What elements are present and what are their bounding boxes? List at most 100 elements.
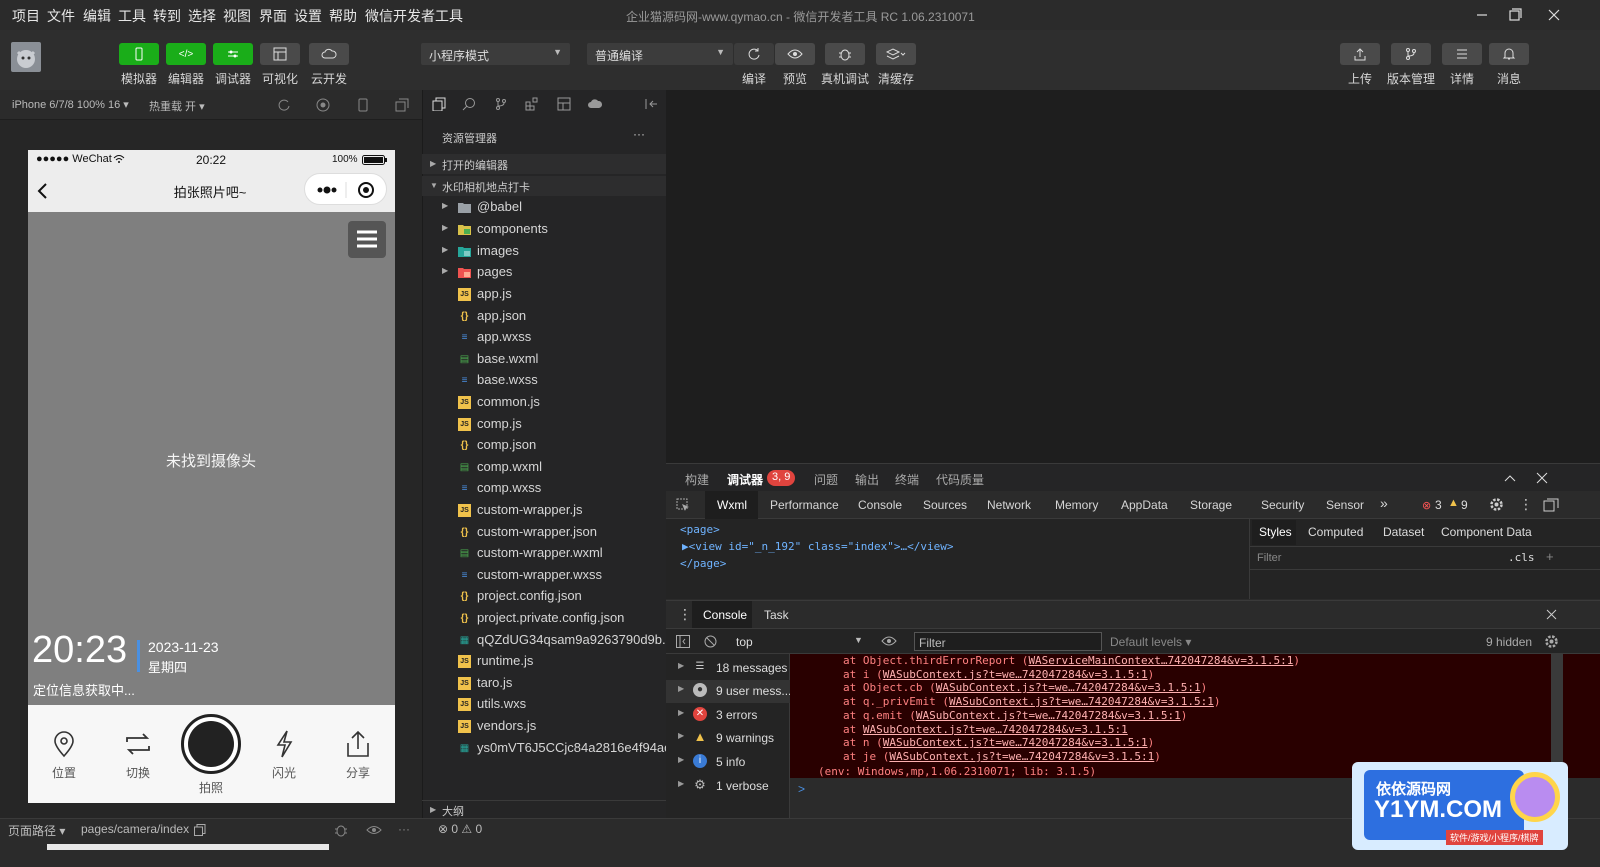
tab-code-quality[interactable]: 代码质量 bbox=[936, 471, 984, 488]
project-section[interactable]: ▼ 水印相机地点打卡 bbox=[422, 176, 666, 196]
preview-button[interactable] bbox=[775, 43, 815, 65]
tab-computed[interactable]: Computed bbox=[1308, 525, 1363, 539]
source-link[interactable]: WASubContext.js?t=we…742047284&v=3.1.5:1 bbox=[936, 681, 1201, 694]
version-button[interactable] bbox=[1391, 43, 1431, 65]
details-button[interactable] bbox=[1442, 43, 1482, 65]
editor-button[interactable]: </> bbox=[166, 43, 206, 65]
device-select[interactable]: iPhone 6/7/8 100% 16 ▾ bbox=[12, 98, 129, 111]
file-item[interactable]: JS common.js bbox=[422, 392, 666, 413]
menu-wechat-devtools[interactable]: 微信开发者工具 bbox=[365, 6, 463, 26]
tab-memory[interactable]: Memory bbox=[1055, 498, 1098, 512]
folder-babel[interactable]: ▶ @babel bbox=[422, 197, 666, 218]
simulator-button[interactable] bbox=[119, 43, 159, 65]
menu-project[interactable]: 项目 bbox=[12, 6, 40, 26]
back-arrow-icon[interactable] bbox=[36, 182, 48, 200]
minimize-icon[interactable] bbox=[1471, 4, 1493, 26]
open-editors-section[interactable]: ▶ 打开的编辑器 bbox=[422, 154, 666, 174]
tab-performance[interactable]: Performance bbox=[770, 498, 839, 512]
git-icon[interactable] bbox=[494, 97, 508, 111]
shutter-button[interactable] bbox=[181, 714, 241, 774]
tab-sensor[interactable]: Sensor bbox=[1326, 498, 1364, 512]
capsule-menu[interactable] bbox=[304, 173, 387, 205]
bug-icon[interactable] bbox=[334, 823, 348, 837]
close-panel-icon[interactable] bbox=[1536, 472, 1548, 484]
folder-components[interactable]: ▶ components bbox=[422, 219, 666, 240]
dock-icon[interactable] bbox=[1543, 498, 1559, 512]
tab-terminal[interactable]: 终端 bbox=[895, 471, 919, 488]
hot-reload-select[interactable]: 热重载 开 ▾ bbox=[149, 98, 205, 114]
detach-icon[interactable] bbox=[395, 98, 409, 112]
page-path-select[interactable]: 页面路径 ▾ bbox=[8, 822, 65, 839]
remote-debug-button[interactable] bbox=[825, 43, 865, 65]
file-item[interactable]: ≡ comp.wxss bbox=[422, 478, 666, 499]
wxml-line-2[interactable]: ▶<view id="_n_192" class="index">…</view… bbox=[682, 540, 954, 553]
tab-build[interactable]: 构建 bbox=[685, 471, 709, 488]
share-button[interactable] bbox=[344, 729, 372, 759]
file-item[interactable]: JS app.js bbox=[422, 284, 666, 305]
wxml-line-1[interactable]: <page> bbox=[680, 523, 720, 536]
file-item[interactable]: ≡ custom-wrapper.wxss bbox=[422, 565, 666, 586]
console-settings-icon[interactable] bbox=[1544, 634, 1559, 649]
error-count[interactable]: 3 bbox=[1435, 498, 1442, 512]
file-item[interactable]: ▤ custom-wrapper.wxml bbox=[422, 543, 666, 564]
add-rule-icon[interactable]: + bbox=[1546, 549, 1554, 564]
tab-component-data[interactable]: Component Data bbox=[1441, 525, 1532, 539]
cls-toggle[interactable]: .cls bbox=[1508, 551, 1535, 564]
menu-goto[interactable]: 转到 bbox=[153, 6, 181, 26]
flash-button[interactable] bbox=[273, 729, 295, 759]
settings-gear-icon[interactable] bbox=[1489, 497, 1504, 512]
menu-file[interactable]: 文件 bbox=[47, 6, 75, 26]
source-link[interactable]: WASubContext.js?t=we…742047284&v=3.1.5:1 bbox=[863, 723, 1128, 736]
record-icon[interactable] bbox=[316, 98, 330, 112]
sidebar-toggle-icon[interactable] bbox=[676, 635, 690, 648]
refresh-icon[interactable] bbox=[277, 98, 291, 112]
eye-icon[interactable] bbox=[366, 825, 382, 835]
menu-view[interactable]: 视图 bbox=[223, 6, 251, 26]
source-link[interactable]: WASubContext.js?t=we…742047284&v=3.1.5:1 bbox=[883, 736, 1148, 749]
close-drawer-icon[interactable] bbox=[1546, 609, 1557, 620]
close-icon[interactable] bbox=[1543, 4, 1565, 26]
problems-count[interactable]: ⊗ 0 ⚠ 0 bbox=[438, 822, 482, 836]
menu-select[interactable]: 选择 bbox=[188, 6, 216, 26]
tab-dataset[interactable]: Dataset bbox=[1383, 525, 1424, 539]
chevron-up-icon[interactable] bbox=[1504, 473, 1516, 483]
console-filter-input[interactable]: Filter bbox=[914, 632, 1102, 651]
mode-select[interactable]: 小程序模式 ▼ bbox=[421, 43, 570, 65]
file-item[interactable]: {} comp.json bbox=[422, 435, 666, 456]
compile-select[interactable]: 普通编译 ▼ bbox=[587, 43, 733, 65]
file-item[interactable]: JS comp.js bbox=[422, 414, 666, 435]
file-item[interactable]: ▤ base.wxml bbox=[422, 349, 666, 370]
search-icon[interactable] bbox=[462, 97, 476, 111]
upload-button[interactable] bbox=[1340, 43, 1380, 65]
tab-styles[interactable]: Styles bbox=[1259, 525, 1292, 539]
file-item[interactable]: JS custom-wrapper.js bbox=[422, 500, 666, 521]
file-item[interactable]: ▦ qQZdUG34qsam9a9263790d9b... bbox=[422, 630, 673, 651]
menu-tools[interactable]: 工具 bbox=[118, 6, 146, 26]
device-icon[interactable] bbox=[356, 98, 370, 112]
folder-images[interactable]: ▶ images bbox=[422, 241, 666, 262]
default-levels-select[interactable]: Default levels ▾ bbox=[1110, 635, 1191, 649]
tab-sources[interactable]: Sources bbox=[923, 498, 967, 512]
context-select[interactable]: top bbox=[736, 635, 753, 649]
avatar[interactable] bbox=[11, 42, 41, 72]
outline-section[interactable]: ▶ 大纲 bbox=[422, 800, 666, 818]
menu-settings[interactable]: 设置 bbox=[294, 6, 322, 26]
tab-output[interactable]: 输出 bbox=[855, 471, 879, 488]
warning-count[interactable]: 9 bbox=[1461, 498, 1468, 512]
horizontal-scrollbar[interactable] bbox=[47, 844, 329, 850]
drawer-tab-console[interactable]: Console bbox=[703, 608, 747, 622]
cloud-button[interactable] bbox=[309, 43, 349, 65]
source-link[interactable]: WASubContext.js?t=we…742047284&v=3.1.5:1 bbox=[916, 709, 1181, 722]
source-link[interactable]: WASubContext.js?t=we…742047284&v=3.1.5:1 bbox=[949, 695, 1214, 708]
files-icon[interactable] bbox=[432, 97, 446, 111]
file-item[interactable]: {} project.private.config.json bbox=[422, 608, 666, 629]
maximize-icon[interactable] bbox=[1504, 4, 1526, 26]
file-item[interactable]: JS runtime.js bbox=[422, 651, 666, 672]
layout-icon[interactable] bbox=[557, 97, 571, 111]
clear-console-icon[interactable] bbox=[704, 635, 717, 648]
cloud-icon[interactable] bbox=[587, 97, 603, 111]
more-tabs-icon[interactable]: » bbox=[1380, 495, 1388, 511]
file-item[interactable]: {} custom-wrapper.json bbox=[422, 522, 666, 543]
hamburger-icon[interactable] bbox=[348, 221, 386, 258]
drawer-tab-task[interactable]: Task bbox=[764, 608, 789, 622]
